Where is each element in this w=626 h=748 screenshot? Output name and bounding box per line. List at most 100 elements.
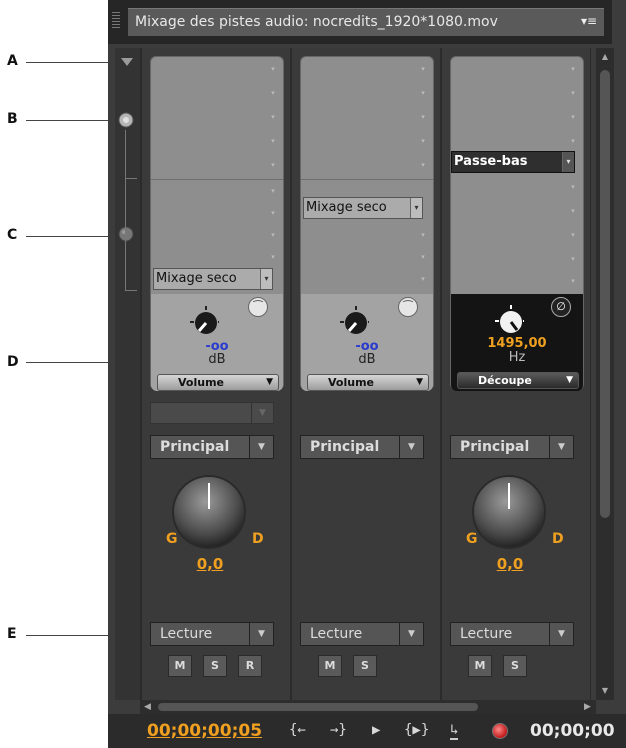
output-route-dropdown[interactable]: Principal ▼ [450, 435, 574, 459]
effect-slot-arrow[interactable]: ▾ [569, 113, 577, 121]
mute-button[interactable]: M [168, 655, 192, 677]
effect-slot-arrow[interactable]: ▾ [419, 65, 427, 73]
screenshot: A B C D E Mixage des pistes audio: nocre… [0, 0, 626, 748]
callout-b-line [26, 120, 118, 121]
send-assignment-dropdown[interactable]: Mixage seco ▾ [153, 268, 273, 290]
dropdown-arrow-icon: ▼ [249, 436, 273, 458]
send-slot-arrow[interactable]: ▾ [569, 255, 577, 263]
pan-value[interactable]: 0,0 [150, 555, 270, 573]
record-enable-button[interactable]: R [238, 655, 262, 677]
effect-param-knob[interactable] [339, 305, 369, 335]
duration-timecode: 00;00;00 [530, 721, 615, 741]
pan-left-label: G [466, 531, 478, 547]
panel-title[interactable]: Mixage des pistes audio: nocredits_1920*… [128, 8, 604, 36]
send-slot-arrow[interactable]: ▾ [269, 231, 277, 239]
dropdown-arrow-icon: ▼ [566, 375, 573, 385]
horizontal-scroll-thumb[interactable] [158, 703, 478, 711]
send-slot-arrow[interactable]: ▾ [419, 253, 427, 261]
scroll-left-arrow-icon[interactable]: ◀ [144, 702, 151, 712]
vertical-scroll-thumb[interactable] [600, 70, 610, 518]
effect-slot-arrow[interactable]: ▾ [569, 65, 577, 73]
go-to-out-point-button[interactable]: →} [330, 722, 347, 738]
effects-insert-knob-icon[interactable] [117, 111, 135, 129]
scroll-down-arrow-icon[interactable]: ▼ [600, 686, 610, 696]
play-button[interactable]: ▶ [372, 722, 380, 738]
solo-button[interactable]: S [353, 655, 377, 677]
effect-param-selector[interactable]: Découpe ▼ [457, 372, 579, 389]
go-to-in-point-button[interactable]: {← [289, 722, 306, 738]
loop-button[interactable]: ↳ [450, 722, 459, 740]
record-icon[interactable] [492, 723, 508, 739]
send-slot-arrow[interactable]: ▾ [419, 275, 427, 283]
input-select-dropdown[interactable]: ▼ [150, 402, 274, 424]
effect-slot-arrow[interactable]: ▾ [269, 161, 277, 169]
effects-sends-divider [301, 179, 433, 180]
output-route-label: Principal [310, 439, 380, 455]
track-channel-1: ▾ ▾ ▾ ▾ ▾ ▾ ▾ ▾ ▾ Mixage seco ▾ ⁀ -oo dB… [141, 48, 291, 700]
output-route-dropdown[interactable]: Principal ▼ [300, 435, 424, 459]
effect-param-knob[interactable] [494, 304, 524, 334]
effect-param-value[interactable]: 1495,00 [451, 336, 583, 351]
panel-menu-icon[interactable]: ▾≡ [575, 12, 603, 30]
effect-slot-arrow[interactable]: ▾ [269, 113, 277, 121]
dropdown-arrow-icon: ▼ [249, 623, 273, 645]
send-slot-arrow[interactable]: ▾ [569, 207, 577, 215]
show-hide-effects-triangle-icon[interactable] [120, 56, 134, 68]
effect-slot-arrow[interactable]: ▾ [269, 65, 277, 73]
automation-mode-dropdown[interactable]: Lecture ▼ [450, 622, 574, 646]
pan-right-label: D [252, 531, 264, 547]
bypass-curl-icon[interactable]: ⁀ [398, 297, 418, 317]
send-slot-arrow[interactable]: ▾ [419, 231, 427, 239]
automation-mode-dropdown[interactable]: Lecture ▼ [150, 622, 274, 646]
sends-knob-icon[interactable] [117, 225, 135, 243]
solo-button[interactable]: S [503, 655, 527, 677]
dropdown-arrow-icon: ▼ [399, 436, 423, 458]
effect-param-unit: Hz [508, 350, 526, 365]
automation-mode-label: Lecture [460, 626, 513, 642]
pan-knob[interactable] [174, 477, 244, 547]
effect-slot-arrow[interactable]: ▾ [269, 89, 277, 97]
mute-button[interactable]: M [468, 655, 492, 677]
effect-param-selector[interactable]: Volume ▼ [157, 374, 279, 391]
effect-slot-arrow[interactable]: ▾ [419, 89, 427, 97]
effect-param-knob[interactable] [189, 305, 219, 335]
solo-button[interactable]: S [203, 655, 227, 677]
strip-divider-tick [125, 178, 137, 179]
scroll-right-arrow-icon[interactable]: ▶ [584, 702, 591, 712]
mute-button[interactable]: M [318, 655, 342, 677]
dropdown-arrow-icon: ▼ [251, 403, 273, 423]
effect-slot-arrow[interactable]: ▾ [419, 113, 427, 121]
pan-knob[interactable] [474, 477, 544, 547]
send-slot-arrow[interactable]: ▾ [269, 187, 277, 195]
track-channel-3: ▾ ▾ ▾ ▾ Passe-bas ▾ ▾ ▾ ▾ ▾ ▾ ∅ 1495,00 … [441, 48, 591, 700]
effect-slot-arrow[interactable]: ▾ [569, 183, 577, 191]
bypass-curl-icon[interactable]: ⁀ [248, 297, 268, 317]
strip-divider [125, 130, 126, 290]
effect-assignment-dropdown[interactable]: Passe-bas ▾ [451, 151, 575, 173]
send-slot-arrow[interactable]: ▾ [569, 231, 577, 239]
effect-param-area: ⁀ -oo dB Volume ▼ [151, 294, 283, 391]
effect-slot-arrow[interactable]: ▾ [569, 137, 577, 145]
output-route-dropdown[interactable]: Principal ▼ [150, 435, 274, 459]
output-route-label: Principal [460, 439, 530, 455]
send-slot-arrow[interactable]: ▾ [569, 277, 577, 285]
bypass-off-icon[interactable]: ∅ [551, 297, 571, 317]
pan-value[interactable]: 0,0 [450, 555, 570, 573]
send-slot-arrow[interactable]: ▾ [269, 253, 277, 261]
effect-slot-arrow[interactable]: ▾ [269, 137, 277, 145]
show-hide-strip [115, 48, 141, 700]
effect-assignment-dropdown[interactable]: Mixage seco ▾ [303, 197, 423, 219]
automation-mode-dropdown[interactable]: Lecture ▼ [300, 622, 424, 646]
panel-grip-icon[interactable] [112, 12, 120, 30]
effects-rack: ▾ ▾ ▾ ▾ ▾ ▾ ▾ ▾ ▾ Mixage seco ▾ ⁀ -oo dB… [150, 56, 284, 391]
current-timecode[interactable]: 00;00;00;05 [147, 721, 262, 741]
play-in-to-out-button[interactable]: {▶} [404, 722, 429, 738]
effect-param-selector[interactable]: Volume ▼ [307, 374, 429, 391]
send-slot-arrow[interactable]: ▾ [269, 209, 277, 217]
dropdown-arrow-icon: ▾ [562, 152, 574, 172]
effect-param-unit: dB [358, 352, 376, 367]
scroll-up-arrow-icon[interactable]: ▲ [600, 52, 610, 62]
effect-slot-arrow[interactable]: ▾ [419, 161, 427, 169]
effect-slot-arrow[interactable]: ▾ [419, 137, 427, 145]
effect-slot-arrow[interactable]: ▾ [569, 89, 577, 97]
